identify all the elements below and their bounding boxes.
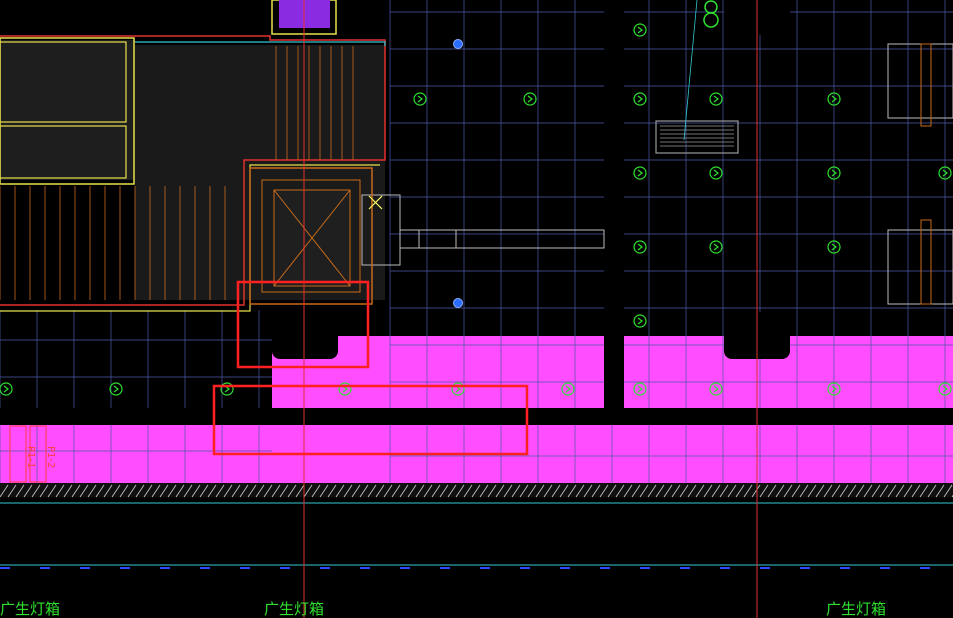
ad-lightbox-label-3: 广生灯箱 — [826, 600, 886, 618]
column-1 — [272, 313, 338, 359]
ad-lightbox-label-1: 广生灯箱 — [0, 600, 60, 618]
ad-lightbox-label-2: 广生灯箱 — [264, 600, 324, 618]
corridor-wall — [604, 0, 624, 408]
cad-drawing-canvas[interactable]: P1-1 P1-2 广生灯箱 广生灯箱 广生灯箱 — [0, 0, 953, 618]
room-left-fill — [0, 40, 135, 180]
blue-dot-icon — [453, 39, 463, 49]
column-tag-2: P1-2 — [45, 446, 56, 468]
blue-dot-icon — [453, 298, 463, 308]
corridor-floor-strip — [0, 408, 953, 425]
column-tag-1: P1-1 — [25, 446, 36, 468]
